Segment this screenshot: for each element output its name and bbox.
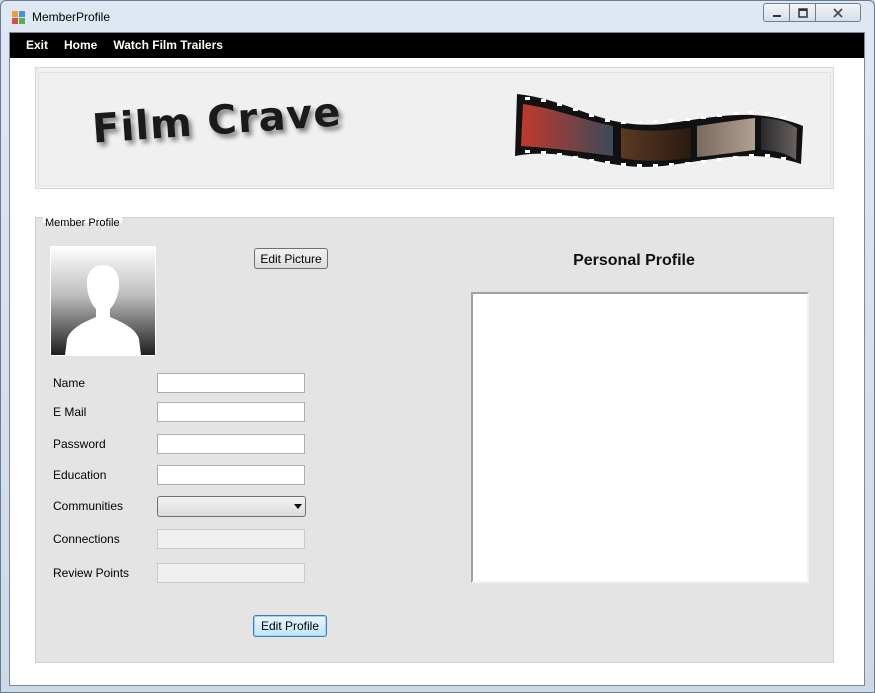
education-field[interactable]	[157, 465, 305, 485]
communities-label: Communities	[53, 499, 124, 513]
chevron-down-icon[interactable]	[294, 504, 302, 509]
communities-dropdown[interactable]	[157, 496, 306, 517]
menu-item-home[interactable]: Home	[56, 33, 105, 58]
member-profile-group: Member Profile Edit Picture Name E Mail	[35, 217, 834, 663]
name-field[interactable]	[157, 373, 305, 393]
edit-picture-button[interactable]: Edit Picture	[254, 248, 328, 269]
silhouette-avatar-icon	[50, 246, 156, 356]
window-controls	[763, 3, 861, 22]
personal-profile-title: Personal Profile	[573, 252, 695, 269]
menu-bar: Exit Home Watch Film Trailers	[10, 33, 864, 58]
name-label: Name	[53, 376, 86, 390]
banner: Film Crave	[35, 67, 834, 189]
password-label: Password	[53, 437, 106, 451]
restore-icon[interactable]	[790, 3, 816, 22]
connections-label: Connections	[53, 532, 120, 546]
education-label: Education	[53, 468, 107, 482]
film-strip-image	[515, 94, 803, 167]
window-title: MemberProfile	[32, 10, 111, 24]
client-area: Exit Home Watch Film Trailers Film Crave	[9, 32, 865, 686]
review-points-label: Review Points	[53, 566, 130, 580]
email-label: E Mail	[53, 405, 87, 419]
title-bar[interactable]: MemberProfile	[1, 1, 874, 32]
review-points-field	[157, 563, 305, 583]
close-icon[interactable]	[816, 3, 861, 22]
password-field[interactable]	[157, 434, 305, 454]
menu-item-exit[interactable]: Exit	[18, 33, 56, 58]
minimize-icon[interactable]	[763, 3, 790, 22]
connections-field	[157, 529, 305, 549]
email-field[interactable]	[157, 402, 305, 422]
app-window: MemberProfile Exit Home Watch Film Trail…	[0, 0, 875, 693]
edit-profile-button[interactable]: Edit Profile	[253, 615, 327, 637]
group-title: Member Profile	[43, 217, 122, 229]
menu-item-watch-film-trailers[interactable]: Watch Film Trailers	[105, 33, 231, 58]
app-icon	[12, 11, 26, 24]
personal-profile-textbox[interactable]	[471, 292, 809, 583]
